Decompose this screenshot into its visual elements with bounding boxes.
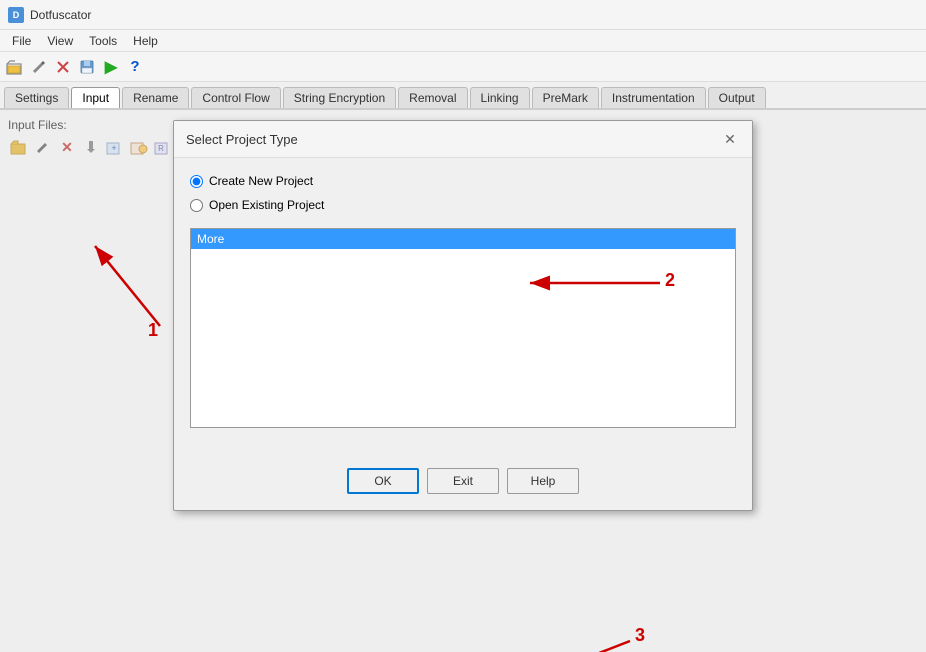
project-type-radio-group: Create New Project Open Existing Project	[190, 174, 736, 212]
tab-premark[interactable]: PreMark	[532, 87, 599, 108]
tab-rename[interactable]: Rename	[122, 87, 189, 108]
dialog-title: Select Project Type	[186, 132, 298, 147]
toolbar-pencil[interactable]	[28, 56, 50, 78]
create-new-label: Create New Project	[209, 174, 313, 188]
dialog-overlay: Select Project Type ✕ Create New Project…	[0, 110, 926, 652]
menu-tools[interactable]: Tools	[81, 32, 125, 50]
dialog-body: Create New Project Open Existing Project…	[174, 158, 752, 460]
open-existing-option[interactable]: Open Existing Project	[190, 198, 736, 212]
toolbar-delete[interactable]	[52, 56, 74, 78]
app-title: Dotfuscator	[30, 8, 91, 22]
toolbar-open[interactable]	[4, 56, 26, 78]
help-button[interactable]: Help	[507, 468, 579, 494]
tab-bar: Settings Input Rename Control Flow Strin…	[0, 82, 926, 110]
menu-file[interactable]: File	[4, 32, 39, 50]
main-toolbar: ▶ ?	[0, 52, 926, 82]
app-icon: D	[8, 7, 24, 23]
list-item-more[interactable]: More	[191, 229, 735, 249]
tab-removal[interactable]: Removal	[398, 87, 467, 108]
main-content: Input Files: ✕ + R Select Project	[0, 110, 926, 652]
exit-button[interactable]: Exit	[427, 468, 499, 494]
create-new-radio[interactable]	[190, 175, 203, 188]
dialog-title-bar: Select Project Type ✕	[174, 121, 752, 158]
dialog-footer: OK Exit Help	[174, 460, 752, 510]
tab-input[interactable]: Input	[71, 87, 120, 108]
tab-settings[interactable]: Settings	[4, 87, 69, 108]
tab-output[interactable]: Output	[708, 87, 766, 108]
menu-help[interactable]: Help	[125, 32, 166, 50]
title-bar: D Dotfuscator	[0, 0, 926, 30]
create-new-option[interactable]: Create New Project	[190, 174, 736, 188]
toolbar-run[interactable]: ▶	[100, 56, 122, 78]
toolbar-help[interactable]: ?	[124, 56, 146, 78]
toolbar-save[interactable]	[76, 56, 98, 78]
tab-instrumentation[interactable]: Instrumentation	[601, 87, 706, 108]
open-existing-label: Open Existing Project	[209, 198, 324, 212]
select-project-dialog: Select Project Type ✕ Create New Project…	[173, 120, 753, 511]
tab-string-encryption[interactable]: String Encryption	[283, 87, 396, 108]
tab-control-flow[interactable]: Control Flow	[191, 87, 280, 108]
dialog-close-button[interactable]: ✕	[720, 129, 740, 149]
ok-button[interactable]: OK	[347, 468, 419, 494]
menu-bar: File View Tools Help	[0, 30, 926, 52]
tab-linking[interactable]: Linking	[470, 87, 530, 108]
menu-view[interactable]: View	[39, 32, 81, 50]
open-existing-radio[interactable]	[190, 199, 203, 212]
project-list-box[interactable]: More	[190, 228, 736, 428]
